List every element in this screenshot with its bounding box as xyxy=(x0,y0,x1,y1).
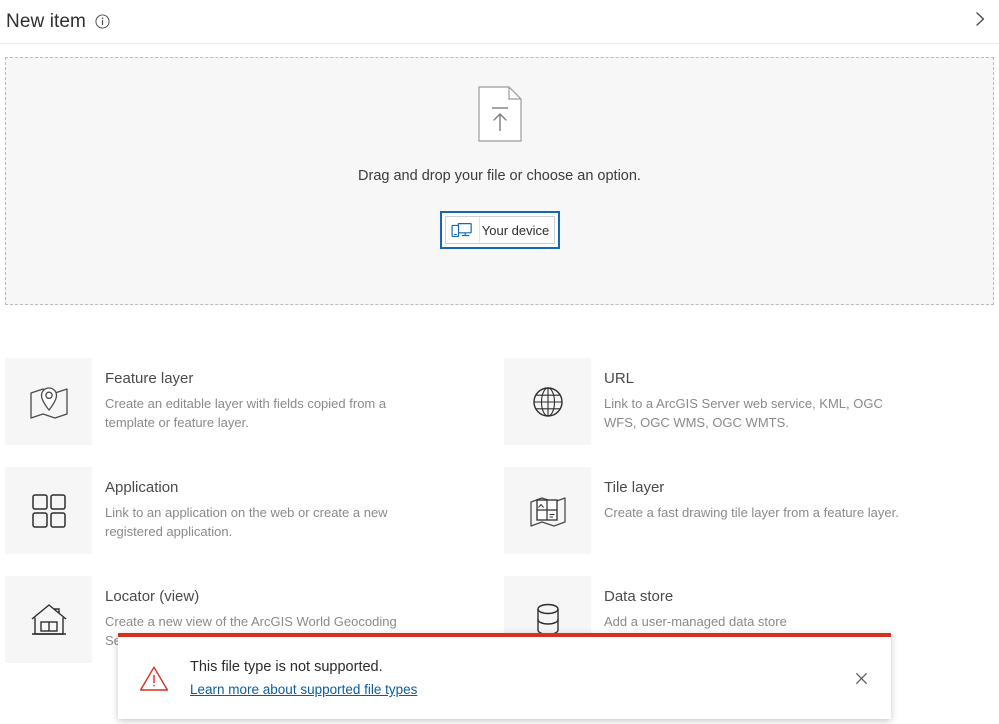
your-device-button[interactable]: Your device xyxy=(445,216,555,244)
info-circle-icon[interactable] xyxy=(95,14,110,29)
item-type-title: Application xyxy=(105,479,405,496)
panel-header: New item xyxy=(0,0,999,44)
item-type-text: URL Link to a ArcGIS Server web service,… xyxy=(591,358,904,445)
item-type-url[interactable]: URL Link to a ArcGIS Server web service,… xyxy=(499,358,998,467)
page-title: New item xyxy=(6,11,86,33)
error-toast-body: This file type is not supported. Learn m… xyxy=(190,657,831,699)
supported-file-types-link[interactable]: Learn more about supported file types xyxy=(190,682,417,697)
item-type-row: Feature layer Create an editable layer w… xyxy=(0,358,999,467)
item-type-text: Tile layer Create a fast drawing tile la… xyxy=(591,467,899,554)
collapse-panel-button[interactable] xyxy=(965,4,995,34)
close-x-icon[interactable] xyxy=(831,671,891,686)
device-icon xyxy=(446,217,480,243)
dropzone-message: Drag and drop your file or choose an opt… xyxy=(358,168,641,184)
item-type-row: Application Link to an application on th… xyxy=(0,467,999,576)
item-type-title: Feature layer xyxy=(105,370,405,387)
item-type-tile-layer[interactable]: Tile layer Create a fast drawing tile la… xyxy=(499,467,998,576)
item-type-feature-layer[interactable]: Feature layer Create an editable layer w… xyxy=(0,358,499,467)
locator-house-icon xyxy=(5,576,92,663)
file-dropzone[interactable]: Drag and drop your file or choose an opt… xyxy=(5,57,994,305)
error-toast-title: This file type is not supported. xyxy=(190,659,831,675)
your-device-focus-ring: Your device xyxy=(440,211,560,249)
item-type-description: Link to an application on the web or cre… xyxy=(105,504,405,541)
item-type-text: Application Link to an application on th… xyxy=(92,467,405,554)
item-type-description: Create a fast drawing tile layer from a … xyxy=(604,504,899,523)
item-type-application[interactable]: Application Link to an application on th… xyxy=(0,467,499,576)
your-device-label: Your device xyxy=(480,223,554,238)
item-type-title: Data store xyxy=(604,588,787,605)
item-type-title: Locator (view) xyxy=(105,588,405,605)
url-globe-icon xyxy=(504,358,591,445)
tile-layer-icon xyxy=(504,467,591,554)
item-type-description: Create an editable layer with fields cop… xyxy=(105,395,405,432)
item-type-description: Link to a ArcGIS Server web service, KML… xyxy=(604,395,904,432)
item-type-text: Feature layer Create an editable layer w… xyxy=(92,358,405,445)
item-type-title: Tile layer xyxy=(604,479,899,496)
application-grid-icon xyxy=(5,467,92,554)
feature-layer-icon xyxy=(5,358,92,445)
item-type-title: URL xyxy=(604,370,904,387)
item-type-description: Add a user-managed data store xyxy=(604,613,787,632)
new-item-panel: New item Drag and drop your file xyxy=(0,0,999,724)
warning-triangle-icon xyxy=(118,665,190,692)
error-toast: This file type is not supported. Learn m… xyxy=(118,633,891,719)
file-upload-icon xyxy=(478,86,522,147)
